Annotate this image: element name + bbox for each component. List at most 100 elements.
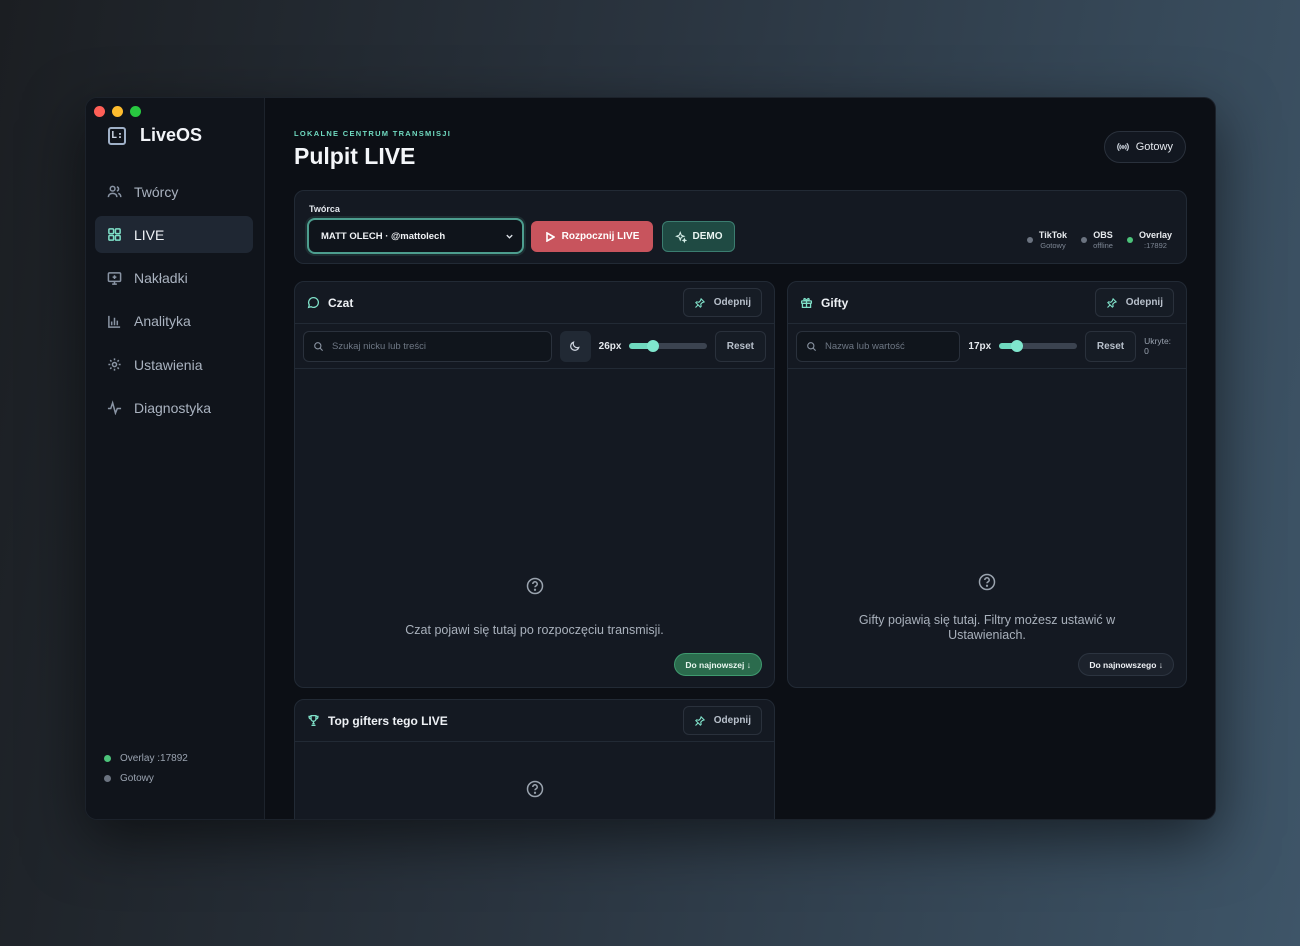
demo-button[interactable]: DEMO — [662, 221, 735, 252]
creator-select-value: MATT OLECH · @mattolech — [321, 230, 446, 242]
chat-font-size-slider[interactable] — [629, 340, 707, 352]
gifts-hidden-count: Ukryte: 0 — [1144, 336, 1172, 356]
gifts-font-size-label: 17px — [968, 340, 992, 352]
status-value: :17892 — [1144, 241, 1167, 250]
top-gifters-unpin-button[interactable]: Odepnij — [682, 706, 762, 735]
window-controls — [94, 106, 141, 117]
gifts-toolbar: Nazwa lub wartość 17px Reset Ukryte: 0 — [788, 324, 1186, 369]
brand: L: LiveOS — [108, 125, 202, 146]
jump-label: Do najnowszego ↓ — [1089, 659, 1163, 670]
chat-font-size-label: 26px — [598, 340, 622, 352]
status-obs: OBS offline — [1081, 231, 1113, 250]
top-gifters-header: Top gifters tego LIVE Odepnij — [295, 700, 774, 742]
status-dot — [104, 775, 111, 782]
chat-search-placeholder: Szukaj nicku lub treści — [332, 340, 426, 352]
status-dot — [1081, 237, 1088, 244]
sidebar-item-live[interactable]: LIVE — [95, 216, 253, 254]
sidebar-item-nakladki[interactable]: Nakładki — [95, 260, 253, 297]
gifts-empty-text: Gifty pojawią się tutaj. Filtry możesz u… — [858, 613, 1116, 642]
sidebar: L: LiveOS Twórcy LIVE Nakładki Analityka — [86, 98, 265, 819]
creator-select[interactable]: MATT OLECH · @mattolech — [307, 218, 524, 254]
gifts-jump-latest-button[interactable]: Do najnowszego ↓ — [1078, 653, 1174, 676]
pulse-icon — [107, 400, 122, 416]
status-overlay: Overlay :17892 — [104, 753, 188, 764]
gifts-font-size-slider[interactable] — [999, 340, 1077, 352]
unpin-label: Odepnij — [1125, 297, 1163, 308]
status-dot — [104, 755, 111, 762]
sidebar-item-analityka[interactable]: Analityka — [95, 303, 253, 340]
users-icon — [107, 185, 122, 198]
status-label: Gotowy — [120, 773, 154, 784]
dark-mode-toggle[interactable] — [559, 330, 591, 362]
grid-icon — [108, 228, 121, 242]
search-icon — [807, 341, 817, 351]
chat-bubble-icon — [307, 296, 319, 309]
jump-label: Do najnowszej ↓ — [685, 659, 751, 670]
chat-panel: Czat Odepnij Szukaj nicku lub treści 26p… — [294, 281, 775, 688]
status-name: Overlay — [1138, 230, 1172, 240]
gifts-reset-button[interactable]: Reset — [1084, 330, 1137, 362]
sidebar-item-diagnostyka[interactable]: Diagnostyka — [95, 389, 253, 426]
demo-label: DEMO — [692, 231, 723, 242]
minimize-window-button[interactable] — [112, 106, 123, 117]
chat-title-label: Czat — [328, 295, 354, 310]
sidebar-item-label: Ustawienia — [134, 356, 203, 373]
page-title: Pulpit LIVE — [294, 143, 416, 169]
top-gifters-title: Top gifters tego LIVE — [307, 714, 448, 728]
status-value: offline — [1093, 241, 1113, 250]
help-circle-icon — [978, 573, 996, 591]
chat-reset-button[interactable]: Reset — [714, 330, 766, 362]
reset-label: Reset — [726, 340, 754, 352]
app-logo: L: — [108, 126, 126, 145]
unpin-icon — [1106, 297, 1117, 308]
status-button[interactable]: Gotowy — [1103, 131, 1186, 163]
status-label: Overlay :17892 — [120, 753, 188, 764]
help-circle-icon — [526, 577, 544, 595]
chat-jump-latest-button[interactable]: Do najnowszej ↓ — [674, 653, 762, 676]
connection-statuses: TikTok Gotowy OBS offline Overlay :17892 — [1026, 230, 1172, 250]
search-icon — [314, 341, 324, 351]
gifts-unpin-button[interactable]: Odepnij — [1094, 288, 1174, 317]
slider-handle[interactable] — [646, 340, 659, 352]
close-window-button[interactable] — [94, 106, 105, 117]
monitor-icon — [107, 271, 122, 285]
unpin-label: Odepnij — [713, 715, 751, 726]
chat-unpin-button[interactable]: Odepnij — [682, 288, 762, 317]
start-live-button[interactable]: Rozpocznij LIVE — [531, 221, 653, 252]
gear-icon — [108, 358, 121, 371]
status-name: OBS — [1093, 230, 1113, 240]
play-icon — [545, 231, 555, 242]
sidebar-nav: Twórcy LIVE Nakładki Analityka Ustawieni… — [95, 173, 253, 433]
broadcast-icon — [1116, 142, 1129, 152]
slider-handle[interactable] — [1011, 340, 1024, 352]
page-eyebrow: LOKALNE CENTRUM TRANSMISJI — [294, 129, 452, 138]
chat-panel-header: Czat Odepnij — [295, 282, 774, 324]
chat-toolbar: Szukaj nicku lub treści 26px Reset — [295, 324, 774, 369]
status-dot — [1026, 237, 1033, 244]
main-content: LOKALNE CENTRUM TRANSMISJI Pulpit LIVE G… — [265, 98, 1215, 819]
gift-icon — [800, 297, 813, 309]
gifts-title: Gifty — [800, 296, 848, 310]
chat-empty-state: Czat pojawi się tutaj po rozpoczęciu tra… — [295, 577, 774, 638]
sidebar-item-label: Nakładki — [134, 270, 188, 287]
sidebar-item-tworcy[interactable]: Twórcy — [95, 173, 253, 210]
trophy-icon — [308, 714, 319, 727]
unpin-label: Odepnij — [713, 297, 751, 308]
sidebar-item-ustawienia[interactable]: Ustawienia — [95, 346, 253, 383]
live-control-bar: Twórca MATT OLECH · @mattolech Rozpoczni… — [294, 190, 1187, 264]
gifts-empty-state: Gifty pojawią się tutaj. Filtry możesz u… — [788, 573, 1186, 643]
creator-label: Twórca — [309, 204, 340, 214]
chat-title: Czat — [307, 296, 353, 310]
chat-search-input[interactable]: Szukaj nicku lub treści — [303, 330, 552, 362]
chevron-down-icon — [506, 234, 513, 239]
gifts-search-input[interactable]: Nazwa lub wartość — [796, 330, 961, 362]
status-button-label: Gotowy — [1135, 141, 1173, 153]
sparkles-icon — [674, 230, 687, 243]
sidebar-item-label: Twórcy — [134, 183, 179, 200]
app-name: LiveOS — [140, 125, 203, 145]
sidebar-item-label: LIVE — [134, 226, 165, 243]
gifts-search-placeholder: Nazwa lub wartość — [825, 340, 905, 352]
app-window: L: LiveOS Twórcy LIVE Nakładki Analityka — [85, 97, 1216, 820]
maximize-window-button[interactable] — [130, 106, 141, 117]
help-circle-icon — [526, 780, 544, 798]
